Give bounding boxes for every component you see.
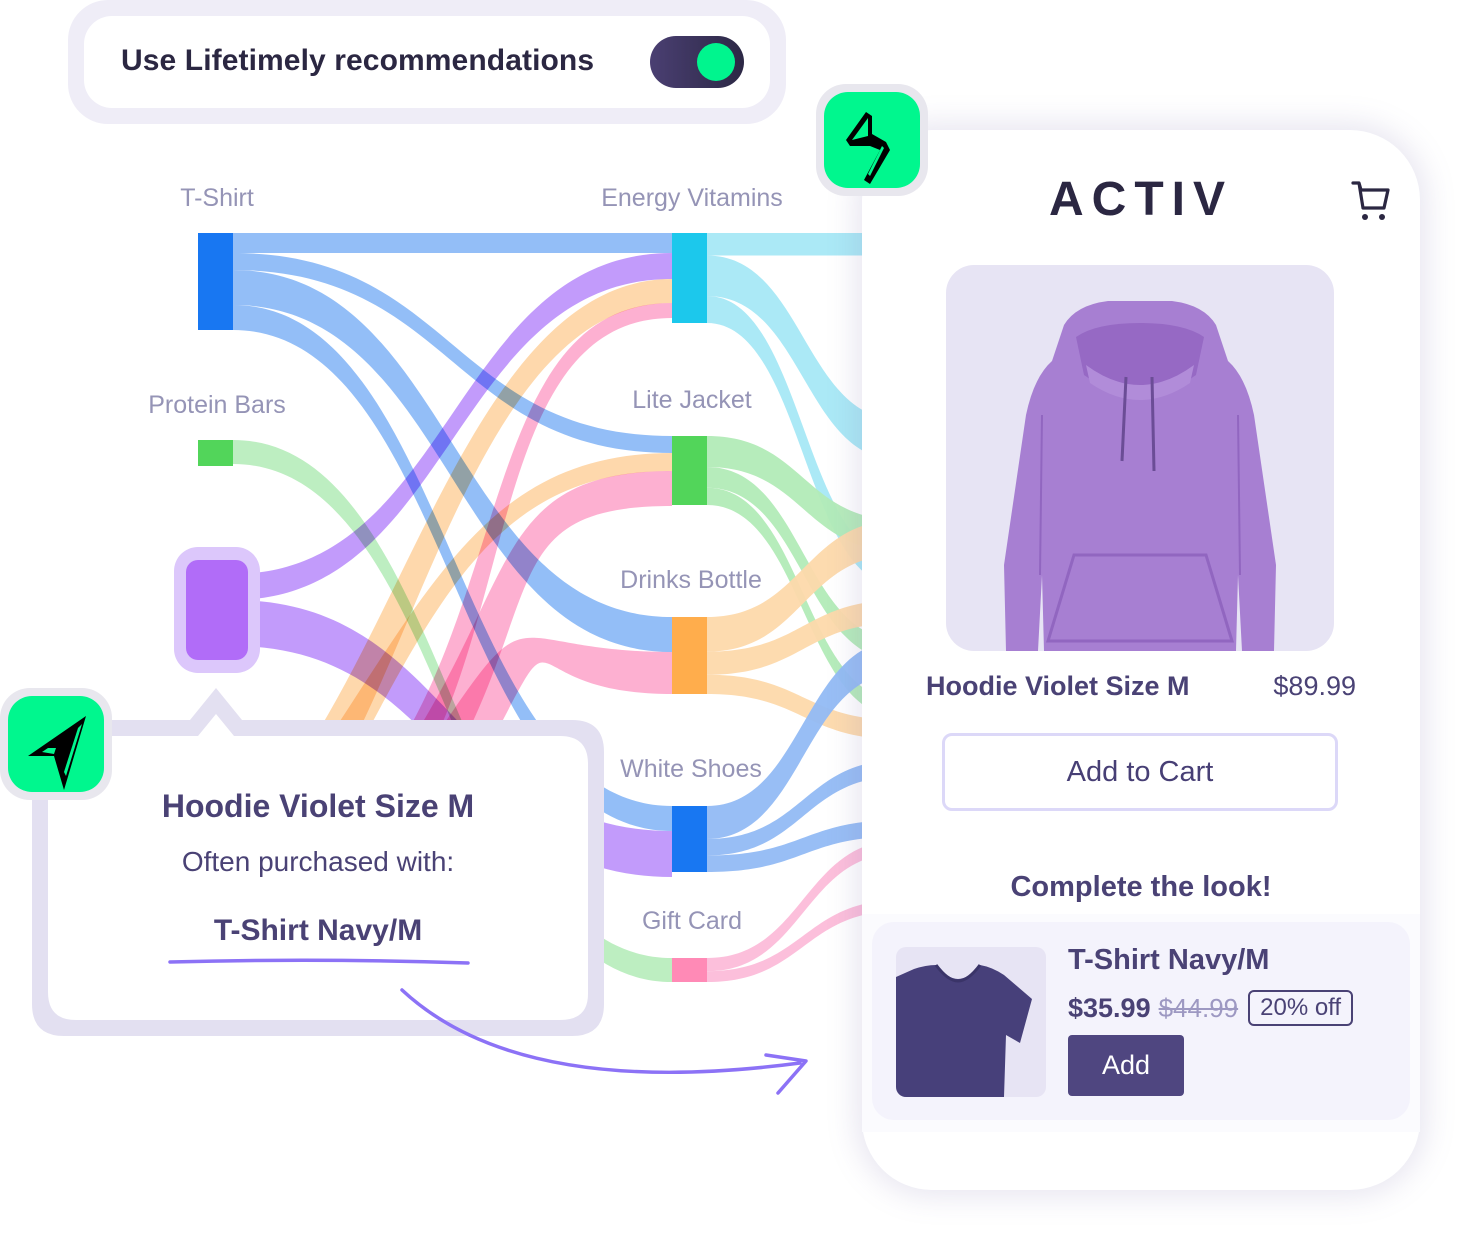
- popover-underline-and-arrow: [168, 958, 808, 1095]
- navigation-badge: [0, 688, 112, 800]
- recommendation-underline: [168, 958, 470, 965]
- navigation-arrow-icon: [28, 716, 86, 790]
- curved-arrow: [400, 988, 802, 1075]
- arrowhead-icon: [764, 1053, 808, 1095]
